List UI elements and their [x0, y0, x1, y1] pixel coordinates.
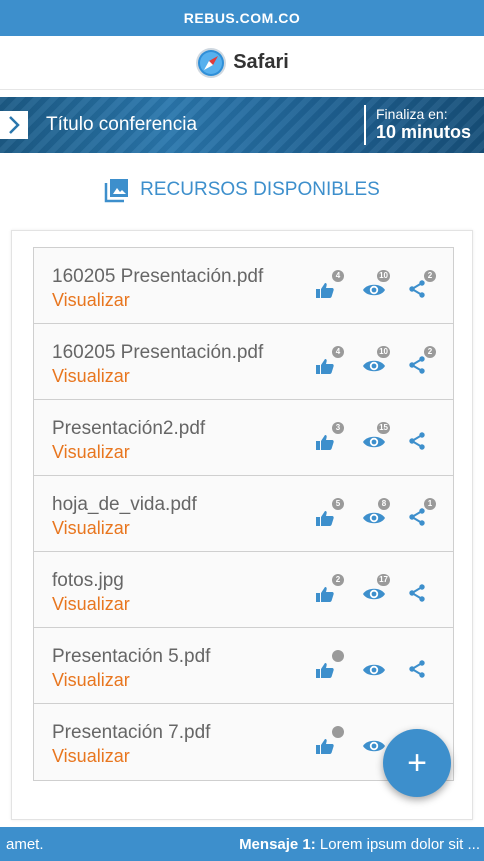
banner-domain: REBUS.COM.CO: [183, 10, 301, 26]
like-button[interactable]: [316, 650, 346, 678]
resource-name: Presentación 7.pdf: [52, 722, 211, 743]
visualize-link[interactable]: Visualizar: [52, 518, 130, 539]
thumbs-up-icon: [316, 511, 334, 526]
like-button[interactable]: 3: [316, 422, 346, 450]
view-button[interactable]: 10: [362, 270, 392, 298]
like-count-badge: [332, 650, 344, 662]
thumbs-up-icon: [316, 359, 334, 374]
view-count-badge: 17: [377, 574, 390, 586]
resource-item: Presentación2.pdf Visualizar 3 15: [34, 400, 453, 476]
ticker-message-text: Lorem ipsum dolor sit ...: [315, 835, 480, 853]
conference-bar: Título conferencia Finaliza en: 10 minut…: [0, 97, 484, 153]
share-icon: [409, 508, 425, 526]
eye-icon: [363, 360, 385, 372]
share-icon: [409, 584, 425, 602]
resource-list: 160205 Presentación.pdf Visualizar 4 10 2 160…: [33, 247, 454, 781]
like-count-badge: 5: [332, 498, 344, 510]
resource-item: 160205 Presentación.pdf Visualizar 4 10 2: [34, 324, 453, 400]
resource-name: hoja_de_vida.pdf: [52, 494, 197, 515]
resource-item: fotos.jpg Visualizar 2 17: [34, 552, 453, 628]
view-button[interactable]: 8: [362, 498, 392, 526]
ticker-left-text: amet.: [6, 835, 44, 853]
resource-name: 160205 Presentación.pdf: [52, 342, 264, 363]
safari-compass-icon: [196, 47, 227, 78]
image-gallery-icon: [104, 179, 129, 203]
visualize-link[interactable]: Visualizar: [52, 670, 130, 691]
message-ticker: amet. Mensaje 1: Lorem ipsum dolor sit .…: [0, 827, 484, 861]
like-button[interactable]: 4: [316, 270, 346, 298]
share-icon: [409, 660, 425, 678]
resources-heading-label: RECURSOS DISPONIBLES: [140, 179, 380, 200]
thumbs-up-icon: [316, 663, 334, 678]
share-count-badge: 1: [424, 498, 436, 510]
share-button[interactable]: [408, 424, 438, 450]
view-button[interactable]: [362, 652, 392, 678]
view-button[interactable]: 15: [362, 422, 392, 450]
like-button[interactable]: [316, 726, 346, 754]
eye-icon: [363, 588, 385, 600]
like-count-badge: 4: [332, 346, 344, 358]
share-button[interactable]: [408, 576, 438, 602]
conference-divider: [364, 105, 366, 145]
thumbs-up-icon: [316, 587, 334, 602]
share-icon: [409, 432, 425, 450]
like-count-badge: 2: [332, 574, 344, 586]
share-button[interactable]: 1: [408, 498, 438, 526]
resource-name: 160205 Presentación.pdf: [52, 266, 264, 287]
visualize-link[interactable]: Visualizar: [52, 366, 130, 387]
view-count-badge: 10: [377, 346, 390, 358]
app-name: Safari: [233, 51, 289, 73]
thumbs-up-icon: [316, 739, 334, 754]
add-resource-button[interactable]: +: [383, 729, 451, 797]
add-icon: +: [407, 743, 427, 782]
thumbs-up-icon: [316, 283, 334, 298]
eye-icon: [363, 512, 385, 524]
visualize-link[interactable]: Visualizar: [52, 594, 130, 615]
share-icon: [409, 356, 425, 374]
share-button[interactable]: [408, 652, 438, 678]
conference-title: Título conferencia: [46, 114, 198, 135]
app-header: Safari: [0, 36, 484, 90]
ticker-message-label: Mensaje 1:: [239, 835, 316, 853]
eye-icon: [363, 740, 385, 752]
expand-button[interactable]: [0, 111, 28, 139]
eye-icon: [363, 284, 385, 296]
like-count-badge: 3: [332, 422, 344, 434]
like-button[interactable]: 5: [316, 498, 346, 526]
visualize-link[interactable]: Visualizar: [52, 290, 130, 311]
share-button[interactable]: 2: [408, 346, 438, 374]
conference-timer: Finaliza en: 10 minutos: [376, 106, 472, 143]
view-button[interactable]: 10: [362, 346, 392, 374]
ticker-message: Mensaje 1: Lorem ipsum dolor sit ...: [239, 836, 480, 853]
share-count-badge: 2: [424, 346, 436, 358]
share-icon: [409, 280, 425, 298]
share-button[interactable]: 2: [408, 270, 438, 298]
resource-name: Presentación2.pdf: [52, 418, 206, 439]
resource-item: 160205 Presentación.pdf Visualizar 4 10 2: [34, 248, 453, 324]
like-count-badge: 4: [332, 270, 344, 282]
thumbs-up-icon: [316, 435, 334, 450]
like-button[interactable]: 2: [316, 574, 346, 602]
view-count-badge: 10: [377, 270, 390, 282]
timer-label: Finaliza en:: [376, 106, 448, 122]
eye-icon: [363, 664, 385, 676]
view-count-badge: 8: [378, 498, 390, 510]
like-count-badge: [332, 726, 344, 738]
top-banner: REBUS.COM.CO: [0, 0, 484, 36]
resource-item: Presentación 5.pdf Visualizar: [34, 628, 453, 704]
view-button[interactable]: 17: [362, 574, 392, 602]
visualize-link[interactable]: Visualizar: [52, 442, 130, 463]
resource-item: hoja_de_vida.pdf Visualizar 5 8 1: [34, 476, 453, 552]
resource-name: fotos.jpg: [52, 570, 124, 591]
view-count-badge: 15: [377, 422, 390, 434]
like-button[interactable]: 4: [316, 346, 346, 374]
chevron-right-icon: [9, 116, 20, 134]
visualize-link[interactable]: Visualizar: [52, 746, 130, 767]
resources-heading: RECURSOS DISPONIBLES: [0, 172, 484, 208]
timer-value: 10 minutos: [376, 122, 472, 142]
resource-name: Presentación 5.pdf: [52, 646, 211, 667]
eye-icon: [363, 436, 385, 448]
share-count-badge: 2: [424, 270, 436, 282]
